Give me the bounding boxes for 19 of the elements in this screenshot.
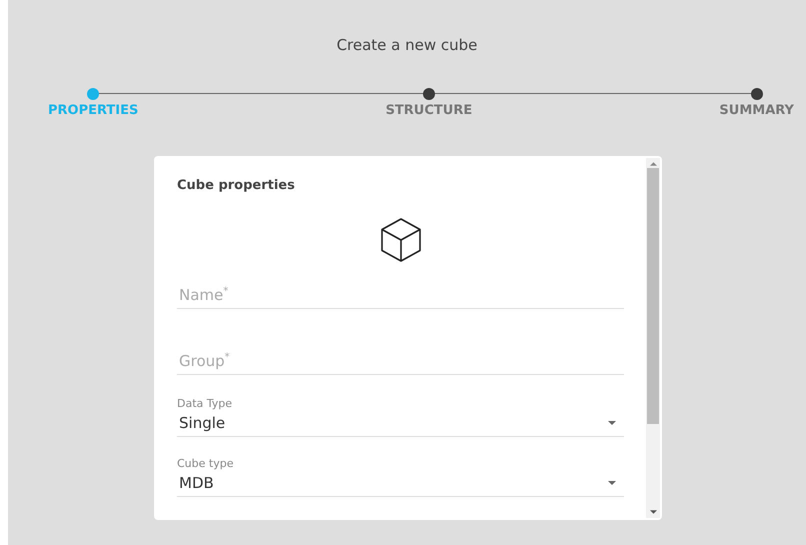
input-field[interactable]: Name$^{*}$ [177,281,624,309]
field-label: Data Type [177,397,234,410]
field-placeholder: Name$^{*}$ [179,286,228,304]
page-title: Create a new cube [336,36,478,54]
card-title: Cube properties [177,178,296,193]
field-placeholder: Group$^{*}$ [179,352,230,370]
caret-icon [608,421,616,425]
caret-icon [608,481,616,485]
step-tab[interactable]: STRUCTURE [386,88,472,118]
cube-icon [380,217,422,263]
select-field[interactable]: Single [177,414,624,437]
step-tab[interactable]: SUMMARY [719,88,794,118]
select-field[interactable]: MDB [177,474,624,497]
scroll-up-icon[interactable] [650,162,656,166]
field-label: Cube type [177,457,234,470]
scrollbar-thumb[interactable] [647,168,659,424]
input-field[interactable]: Group$^{*}$ [177,347,624,375]
scroll-down-icon[interactable] [650,510,656,514]
step-tab[interactable]: PROPERTIES [48,88,138,118]
